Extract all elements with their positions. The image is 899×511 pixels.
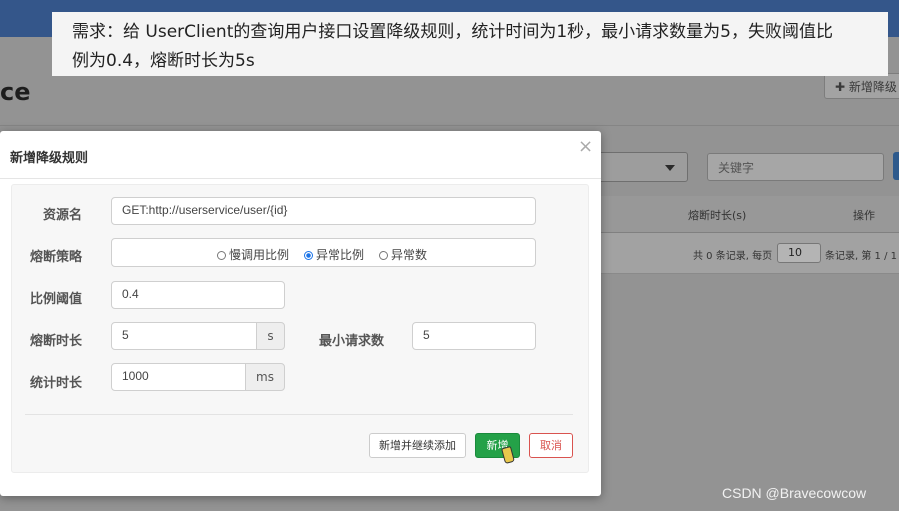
duration-unit: s	[256, 322, 285, 350]
stat-interval-input[interactable]: 1000	[111, 363, 246, 391]
requirement-line-2: 例为0.4，熔断时长为5s	[72, 51, 255, 71]
page-size-input[interactable]: 10	[777, 243, 821, 263]
radio-label: 慢调用比例	[229, 248, 290, 262]
search-input[interactable]: 关键字	[707, 153, 884, 181]
duration-input[interactable]: 5	[111, 322, 257, 350]
search-button[interactable]	[893, 152, 899, 180]
resource-label: 资源名	[43, 208, 83, 223]
strategy-label: 熔断策略	[30, 250, 83, 265]
requirement-line-1: 需求：给 UserClient的查询用户接口设置降级规则，统计时间为1秒，最小请…	[72, 22, 833, 42]
radio-checked-icon	[304, 251, 313, 260]
requirement-banner: 需求：给 UserClient的查询用户接口设置降级规则，统计时间为1秒，最小请…	[52, 12, 888, 76]
cancel-button[interactable]: 取消	[529, 433, 573, 458]
add-rule-button[interactable]: ✚ 新增降级	[824, 73, 899, 99]
dialog-header: 新增降级规则 ×	[0, 131, 601, 179]
radio-label: 异常数	[391, 248, 428, 262]
footer-divider	[25, 414, 573, 415]
duration-label: 熔断时长	[30, 334, 83, 349]
close-icon[interactable]: ×	[578, 136, 593, 157]
pager-prefix: 共 0 条记录, 每页	[693, 251, 773, 262]
radio-label: 异常比例	[316, 248, 365, 262]
min-requests-input[interactable]: 5	[412, 322, 536, 350]
chevron-down-icon	[665, 165, 675, 171]
radio-icon	[379, 251, 388, 260]
app-select[interactable]	[598, 152, 688, 182]
stat-interval-unit: ms	[245, 363, 285, 391]
radio-icon	[217, 251, 226, 260]
strategy-radio-group: 慢调用比例 异常比例 异常数	[111, 238, 536, 267]
resource-input[interactable]: GET:http://userservice/user/{id}	[111, 197, 536, 225]
min-requests-label: 最小请求数	[319, 334, 385, 349]
divider	[0, 125, 899, 126]
ratio-label: 比例阈值	[30, 292, 83, 307]
pager-suffix: 条记录, 第 1 / 1	[825, 251, 897, 262]
add-button[interactable]: 新增	[475, 433, 520, 458]
radio-exception-ratio[interactable]: 异常比例	[304, 246, 364, 263]
stat-interval-label: 统计时长	[30, 376, 83, 391]
page-title: ce	[0, 78, 31, 106]
ratio-input[interactable]: 0.4	[111, 281, 285, 309]
radio-slow-ratio[interactable]: 慢调用比例	[217, 246, 289, 263]
add-and-continue-button[interactable]: 新增并继续添加	[369, 433, 466, 458]
column-header-actions: 操作	[853, 209, 875, 222]
dialog-title: 新增降级规则	[10, 151, 89, 166]
radio-exception-count[interactable]: 异常数	[379, 246, 427, 263]
column-header-duration: 熔断时长(s)	[688, 209, 747, 222]
watermark: CSDN @Bravecowcow	[722, 485, 867, 501]
